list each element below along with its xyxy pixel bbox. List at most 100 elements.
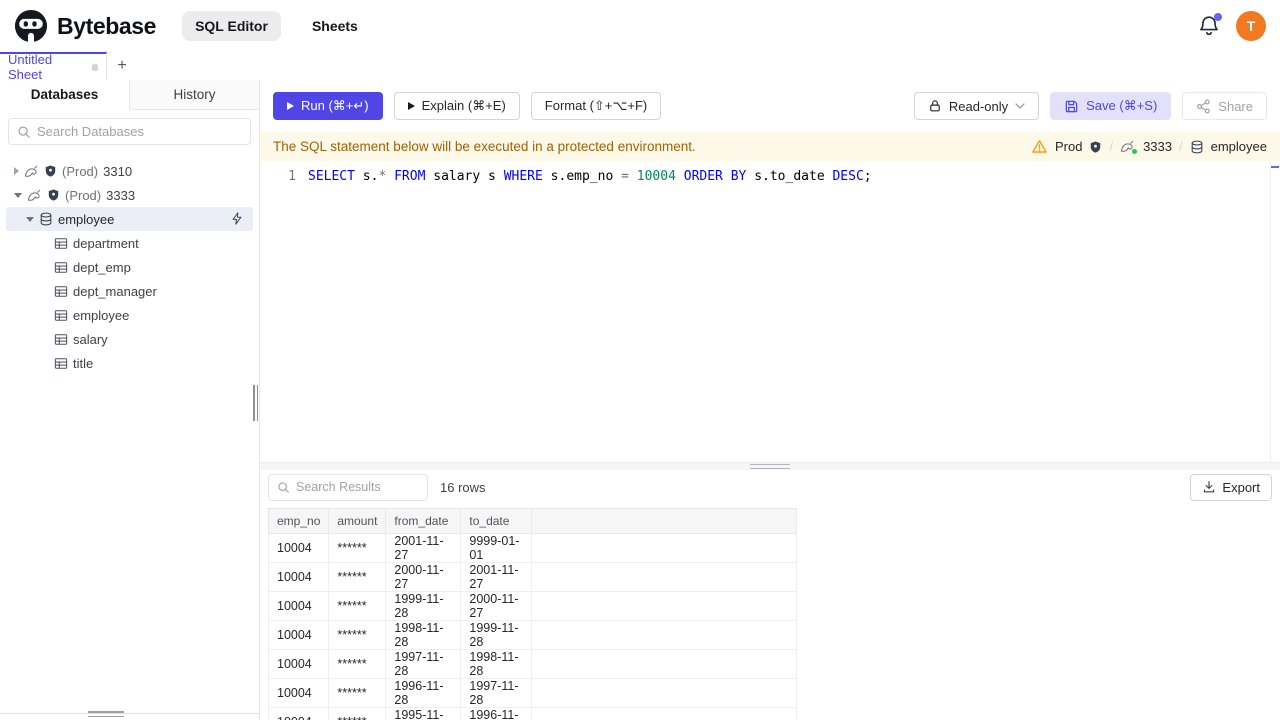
cell[interactable]: 2000-11-27	[460, 591, 533, 621]
export-button[interactable]: Export	[1190, 473, 1272, 501]
notifications-button[interactable]	[1198, 13, 1222, 37]
sql-token: FROM	[394, 169, 434, 184]
format-button[interactable]: Format (⇧+⌥+F)	[530, 92, 662, 120]
table-row[interactable]: 10004 ****** 1995-11-29 1996-11-28	[267, 707, 798, 720]
tree-database-employee[interactable]: employee	[6, 207, 253, 231]
table-icon	[54, 333, 68, 345]
run-button[interactable]: Run (⌘+↵)	[273, 92, 383, 120]
cell[interactable]: 10004	[267, 707, 330, 720]
share-label: Share	[1218, 98, 1253, 114]
cell[interactable]: 10004	[267, 562, 330, 592]
cell[interactable]: ******	[328, 620, 387, 650]
cell[interactable]: 1997-11-28	[460, 678, 533, 708]
tree-table-department[interactable]: department	[6, 231, 253, 255]
sql-token: DESC	[832, 169, 864, 184]
user-avatar[interactable]: T	[1236, 11, 1266, 41]
table-row[interactable]: 10004 ****** 2000-11-27 2001-11-27	[267, 562, 798, 592]
cell[interactable]: 2001-11-27	[460, 562, 533, 592]
cell[interactable]: 9999-01-01	[460, 533, 533, 563]
cell[interactable]: 10004	[267, 620, 330, 650]
cell[interactable]: 2001-11-27	[385, 533, 462, 563]
sql-token: 10004	[636, 169, 684, 184]
cell[interactable]: 1997-11-28	[385, 649, 462, 679]
column-header-amount[interactable]: amount	[328, 508, 387, 534]
cell[interactable]: ******	[328, 591, 387, 621]
format-label: Format (⇧+⌥+F)	[544, 98, 648, 113]
share-icon	[1197, 99, 1211, 113]
brand-name[interactable]: Bytebase	[57, 13, 156, 40]
cell-filler	[531, 591, 798, 621]
table-name: title	[73, 355, 94, 371]
caret-right-icon[interactable]	[14, 167, 19, 175]
flash-icon[interactable]	[230, 211, 244, 226]
table-icon	[54, 357, 68, 369]
table-row[interactable]: 10004 ****** 1999-11-28 2000-11-27	[267, 591, 798, 621]
new-sheet-button[interactable]: +	[107, 52, 137, 80]
editor-toolbar: Run (⌘+↵) Explain (⌘+E) Format (⇧+⌥+F) R…	[260, 80, 1280, 132]
cell[interactable]: ******	[328, 678, 387, 708]
tree-instance-3333[interactable]: (Prod) 3333	[6, 183, 253, 207]
cell[interactable]: 10004	[267, 591, 330, 621]
breadcrumb-database: employee	[1210, 139, 1267, 154]
column-header-from-date[interactable]: from_date	[385, 508, 462, 534]
sidebar-bottom-divider	[0, 713, 259, 714]
sidebar-resize-handle[interactable]	[253, 385, 258, 421]
cell[interactable]: 1999-11-28	[460, 620, 533, 650]
tree-instance-3310[interactable]: (Prod) 3310	[6, 159, 253, 183]
panel-resize-handle[interactable]	[750, 464, 790, 469]
cell[interactable]: ******	[328, 533, 387, 563]
readonly-mode-select[interactable]: Read-only	[913, 92, 1040, 120]
explain-label: Explain (⌘+E)	[421, 98, 506, 113]
cell[interactable]: ******	[328, 649, 387, 679]
table-row[interactable]: 10004 ****** 1997-11-28 1998-11-28	[267, 649, 798, 679]
tab-databases[interactable]: Databases	[0, 80, 130, 110]
cell[interactable]: 1998-11-28	[460, 649, 533, 679]
cell[interactable]: 10004	[267, 678, 330, 708]
panel-divider[interactable]	[260, 462, 1280, 470]
tree-table-employee[interactable]: employee	[6, 303, 253, 327]
cell[interactable]: 1998-11-28	[385, 620, 462, 650]
column-header-to-date[interactable]: to_date	[460, 508, 533, 534]
tab-untitled-sheet[interactable]: Untitled Sheet	[0, 52, 107, 82]
table-row[interactable]: 10004 ****** 2001-11-27 9999-01-01	[267, 533, 798, 563]
tree-table-dept-manager[interactable]: dept_manager	[6, 279, 253, 303]
nav-sql-editor[interactable]: SQL Editor	[182, 11, 281, 41]
tab-history[interactable]: History	[130, 80, 259, 110]
cell[interactable]: 1996-11-28	[460, 707, 533, 720]
table-row[interactable]: 10004 ****** 1996-11-28 1997-11-28	[267, 678, 798, 708]
caret-down-icon[interactable]	[26, 216, 34, 222]
warning-icon	[1032, 140, 1047, 153]
cell[interactable]: 1995-11-29	[385, 707, 462, 720]
sql-statement[interactable]: SELECT s.* FROM salary s WHERE s.emp_no …	[296, 167, 872, 186]
cell[interactable]: ******	[328, 562, 387, 592]
tree-table-salary[interactable]: salary	[6, 327, 253, 351]
caret-down-icon[interactable]	[14, 192, 22, 198]
tree-table-title[interactable]: title	[6, 351, 253, 375]
share-button[interactable]: Share	[1182, 92, 1267, 120]
sql-editor[interactable]: 1 SELECT s.* FROM salary s WHERE s.emp_n…	[260, 161, 1280, 462]
table-icon	[54, 261, 68, 273]
header-right: T	[1198, 11, 1266, 41]
connection-breadcrumb: Prod / 3333 / employee	[1031, 139, 1267, 154]
editor-overview-ruler[interactable]	[1270, 161, 1271, 462]
cell[interactable]: 2000-11-27	[385, 562, 462, 592]
save-button[interactable]: Save (⌘+S)	[1050, 92, 1172, 120]
tree-table-dept-emp[interactable]: dept_emp	[6, 255, 253, 279]
table-row[interactable]: 10004 ****** 1998-11-28 1999-11-28	[267, 620, 798, 650]
sidebar-bottom-resize-handle[interactable]	[88, 711, 124, 717]
sql-token: *	[378, 169, 395, 184]
cell[interactable]: 1996-11-28	[385, 678, 462, 708]
column-header-emp-no[interactable]: emp_no	[267, 508, 330, 534]
cell[interactable]: 10004	[267, 533, 330, 563]
bytebase-logo-icon[interactable]	[14, 9, 48, 43]
search-results-input[interactable]	[296, 480, 419, 494]
explain-button[interactable]: Explain (⌘+E)	[393, 92, 520, 120]
save-icon	[1065, 100, 1078, 112]
nav-sheets[interactable]: Sheets	[299, 11, 371, 41]
search-databases-input[interactable]	[37, 124, 242, 139]
sidebar: Databases History (Prod)	[0, 80, 260, 720]
cell[interactable]: ******	[328, 707, 387, 720]
cell[interactable]: 1999-11-28	[385, 591, 462, 621]
sql-token: =	[621, 169, 637, 184]
cell[interactable]: 10004	[267, 649, 330, 679]
